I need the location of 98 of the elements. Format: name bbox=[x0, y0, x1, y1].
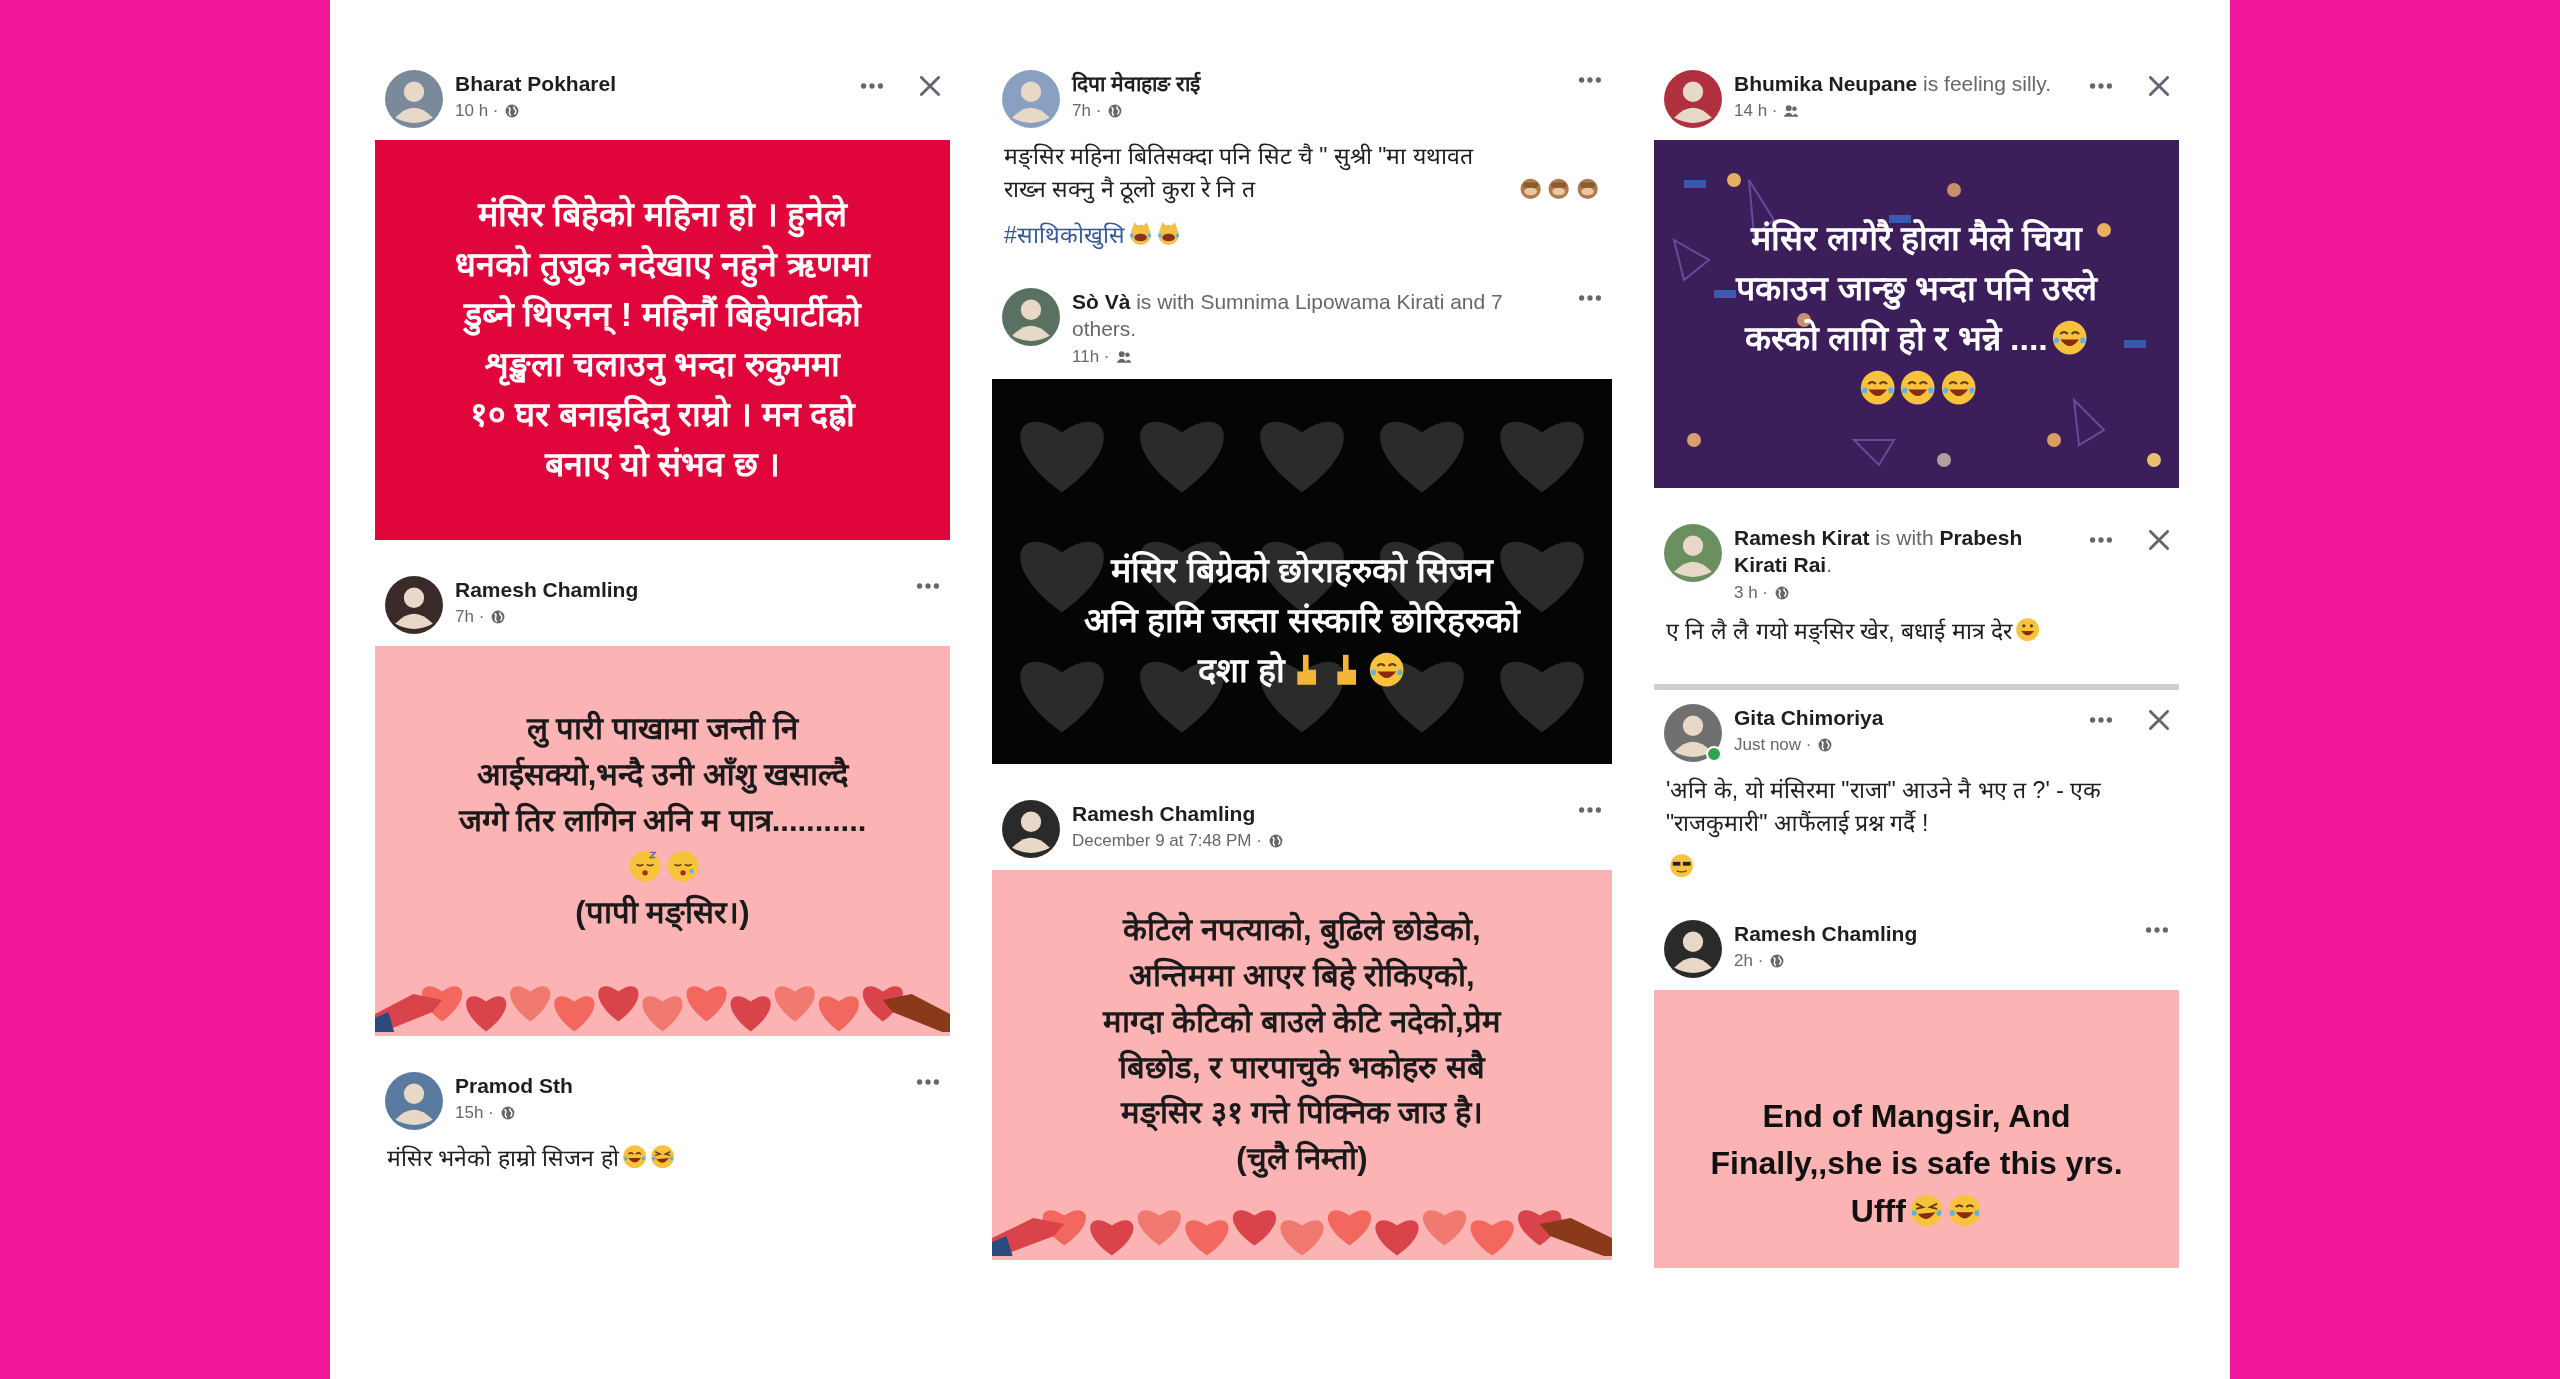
grin-emoji-icon bbox=[2014, 616, 2041, 642]
card-text: बनाए यो संभव छ । bbox=[544, 444, 781, 483]
more-options-icon[interactable] bbox=[916, 1078, 940, 1086]
globe-icon[interactable] bbox=[490, 610, 507, 625]
joy-emoji-icon bbox=[1947, 1192, 1983, 1228]
more-options-icon[interactable] bbox=[2089, 82, 2113, 90]
author-name[interactable]: Ramesh Chamling bbox=[1072, 801, 1256, 825]
sunglasses-emoji-icon bbox=[1669, 852, 1695, 878]
more-options-icon[interactable] bbox=[2145, 925, 2169, 934]
globe-icon[interactable] bbox=[1774, 585, 1791, 600]
author-name[interactable]: Sò Và bbox=[1072, 290, 1131, 314]
friends-icon[interactable] bbox=[1115, 349, 1132, 364]
joy-emoji-icon bbox=[621, 1144, 647, 1170]
card-text: बिछोड, र पारपाचुके भकोहरु सबै bbox=[1118, 1049, 1486, 1085]
avatar[interactable] bbox=[385, 576, 443, 634]
author-name[interactable]: Ramesh Chamling bbox=[455, 578, 639, 601]
image-card[interactable]: End of Mangsir, And Finally,,she is safe this yrs. Ufff bbox=[1654, 989, 2179, 1268]
card-text: जग्गे तिर लागिन अनि म पात्र........... bbox=[458, 803, 867, 839]
cat-emoji-icon bbox=[1156, 220, 1182, 247]
close-icon[interactable] bbox=[920, 76, 940, 96]
avatar[interactable] bbox=[1664, 919, 1722, 978]
post-time[interactable]: 11h · bbox=[1072, 346, 1110, 367]
post-header-text: Ramesh Kirat is with Prabesh Kirati Rai. bbox=[1734, 525, 2024, 579]
post-header-text: Sò Và is with Sumnima Lipowama Kirati and 7 others. bbox=[1072, 289, 1504, 343]
card-text: अन्तिममा आएर बिहे रोकिएको, bbox=[1129, 957, 1475, 993]
post-time[interactable]: 2h · bbox=[1734, 951, 1764, 972]
card-text: आईसक्यो,भन्दै उनी आँशु खसाल्दै bbox=[476, 757, 849, 793]
joy-emoji-icon bbox=[1899, 369, 1937, 407]
more-options-icon[interactable] bbox=[1578, 76, 1602, 84]
avatar[interactable] bbox=[1664, 70, 1722, 128]
avatar[interactable] bbox=[1002, 799, 1060, 858]
card-text: डुब्ने थिएनन् ! महिनौं बिहेपार्टीको bbox=[463, 295, 862, 334]
joy-emoji-icon bbox=[1939, 369, 1978, 407]
post-time[interactable]: December 9 at 7:48 PM · bbox=[1072, 830, 1262, 851]
more-options-icon[interactable] bbox=[1578, 805, 1602, 814]
card-text: लु पारी पाखामा जन्ती नि bbox=[526, 711, 799, 747]
card-text: कस्को लागि हो र भन्ने .... bbox=[1744, 319, 2048, 357]
friends-icon[interactable] bbox=[1783, 104, 1800, 119]
post-time[interactable]: 14 h · bbox=[1734, 101, 1778, 122]
card-text: Ufff bbox=[1850, 1192, 1906, 1229]
rofl-emoji-icon bbox=[1908, 1192, 1945, 1228]
image-card[interactable]: मंसिर बिग्रेको छोराहरुको सिजन अनि हामि जस्ता संस्कारि छोरिहरुको दशा हो bbox=[992, 378, 1612, 764]
author-name[interactable]: Bhumika Neupane bbox=[1734, 72, 1918, 95]
close-icon[interactable] bbox=[2149, 76, 2169, 96]
hashtag-link[interactable]: #साथिकोखुसि bbox=[1004, 218, 1125, 253]
sleepy-emoji-icon bbox=[665, 849, 700, 884]
joy-emoji-icon bbox=[1368, 651, 1406, 689]
more-options-icon[interactable] bbox=[2089, 536, 2113, 544]
card-text: अनि हामि जस्ता संस्कारि छोरिहरुको bbox=[1083, 601, 1521, 640]
author-name[interactable]: Ramesh Chamling bbox=[1734, 921, 1918, 945]
more-options-icon[interactable] bbox=[2089, 715, 2113, 724]
image-card[interactable]: मंसिर लागेरै होला मैले चिया पकाउन जान्छु भन्दा पनि उस्ले कस्को लागि हो र भन्ने .... bbox=[1654, 140, 2179, 488]
author-name[interactable]: Ramesh Kirat bbox=[1734, 526, 1870, 549]
sleeping-emoji-icon bbox=[628, 849, 663, 884]
globe-icon[interactable] bbox=[499, 1106, 516, 1121]
joy-emoji-icon bbox=[1858, 369, 1897, 407]
more-options-icon[interactable] bbox=[1578, 294, 1602, 303]
globe-icon[interactable] bbox=[1817, 738, 1834, 753]
post-text: ए नि लै लै गयो मङ्सिर खेर, बधाई मात्र देर bbox=[1666, 616, 2012, 647]
card-text: केटिले नपत्याको, बुढिले छोडेको, bbox=[1123, 912, 1481, 948]
globe-icon[interactable] bbox=[1769, 954, 1786, 969]
post-text: मङ्सिर महिना बितिसक्दा पनि सिट चै " सुश्री "मा यथावत राख्न सक्नु नै ठूलो कुरा रे नि त bbox=[1004, 142, 1475, 206]
more-options-icon[interactable] bbox=[916, 582, 940, 590]
globe-icon[interactable] bbox=[1267, 833, 1284, 848]
joy-emoji-icon bbox=[2050, 319, 2089, 357]
globe-icon[interactable] bbox=[504, 104, 521, 119]
post-time[interactable]: 3 h · bbox=[1734, 582, 1769, 603]
card-text: End of Mangsir, And bbox=[1762, 1098, 2071, 1135]
post-header-text: Bhumika Neupane is feeling silly. bbox=[1734, 71, 2053, 97]
rofl-emoji-icon bbox=[649, 1144, 676, 1170]
card-text: (पापी मङ्सिर।) bbox=[575, 894, 750, 930]
card-text: (चुलै निम्तो) bbox=[1236, 1141, 1368, 1177]
close-icon[interactable] bbox=[2149, 530, 2169, 550]
post-text: मंसिर भनेको हाम्रो सिजन हो bbox=[387, 1144, 619, 1173]
post-time[interactable]: 15h · bbox=[455, 1103, 494, 1124]
card-text: मङ्सिर ३१ गत्ते पिक्निक जाउ है। bbox=[1120, 1095, 1484, 1131]
author-name[interactable]: Bharat Pokharel bbox=[455, 72, 617, 95]
author-name[interactable]: दिपा मेवाहाङ राई bbox=[1072, 72, 1200, 95]
cat-emoji-icon bbox=[1127, 220, 1154, 247]
post-time[interactable]: 7h · bbox=[1072, 101, 1102, 122]
post-time[interactable]: 7h · bbox=[455, 607, 485, 628]
close-icon[interactable] bbox=[2149, 709, 2169, 730]
more-options-icon[interactable] bbox=[860, 82, 884, 90]
card-text: दशा हो bbox=[1198, 651, 1285, 690]
card-text: पकाउन जान्छु भन्दा पनि उस्ले bbox=[1736, 269, 2097, 308]
globe-icon[interactable] bbox=[1107, 104, 1124, 119]
image-card[interactable]: केटिले नपत्याको, बुढिले छोडेको, अन्तिममा आएर बिहे रोकिएको, माग्दा केटिको बाउले केटि नदेको,प्रेम बिछोड, र पारपाचुके भकोहरु सबै मङ्सिर ३१ गत्ते पिक्निक जाउ है। (चुलै निम्तो) bbox=[992, 869, 1612, 1260]
post-time[interactable]: 10 h · bbox=[455, 101, 499, 122]
image-card[interactable]: मंसिर बिहेको महिना हो । हुनेले धनको तुजुक नदेखाए नहुने ऋणमा डुब्ने थिएनन् ! महिनौं बिहेपार्टीको शृङ्खला चलाउनु भन्दा रुकुममा १० घर बनाइदिनु राम्रो । मन दह्रो बनाए यो संभव छ । bbox=[375, 140, 950, 540]
author-name[interactable]: Gita Chimoriya bbox=[1734, 705, 1884, 729]
card-text: Finally,,she is safe this yrs. bbox=[1710, 1145, 2123, 1182]
post-text: 'अनि के, यो मंसिरमा "राजा" आउने नै भए त ?' - एक "राजकुमारी" आफैंलाई प्रश्न गर्दै ! bbox=[1666, 775, 2103, 840]
post-time[interactable]: Just now · bbox=[1734, 735, 1812, 756]
card-text: मंसिर लागेरै होला मैले चिया bbox=[1751, 219, 2082, 258]
card-text: मंसिर बिग्रेको छोराहरुको सिजन bbox=[1111, 551, 1493, 590]
card-text: माग्दा केटिको बाउले केटि नदेको,प्रेम bbox=[1103, 1003, 1501, 1039]
image-card[interactable]: लु पारी पाखामा जन्ती नि आईसक्यो,भन्दै उनी आँशु खसाल्दै जग्गे तिर लागिन अनि म पात्र........... (पापी मङ्सिर।) bbox=[375, 646, 950, 1036]
author-name[interactable]: Pramod Sth bbox=[455, 1074, 573, 1097]
